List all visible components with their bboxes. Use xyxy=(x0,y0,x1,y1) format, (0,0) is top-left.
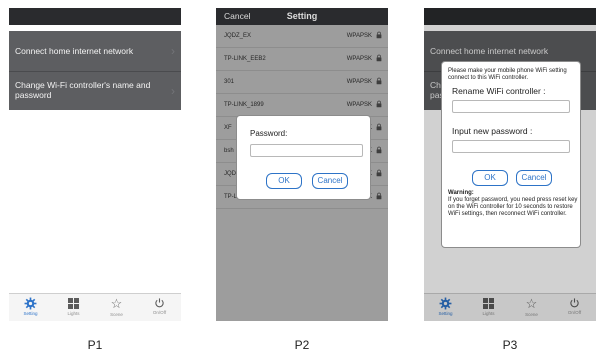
tab-label: On/Off xyxy=(152,310,167,315)
power-icon xyxy=(155,298,164,308)
password-label: Input new password : xyxy=(452,126,533,136)
tab-onoff[interactable]: On/Off xyxy=(138,294,181,321)
chevron-right-icon: › xyxy=(171,44,175,58)
caption-p2: P2 xyxy=(294,338,310,352)
tab-label: Lights xyxy=(67,311,80,316)
phone-screen-p3: Connect home internet network Chan pass … xyxy=(424,8,596,321)
status-bar xyxy=(9,8,181,25)
caption-p1: P1 xyxy=(87,338,103,352)
warning-title: Warning: xyxy=(448,190,474,196)
rename-input[interactable] xyxy=(452,100,570,113)
tab-lights[interactable]: Lights xyxy=(52,294,95,321)
change-name-password-menu-item[interactable]: Change Wi-Fi controller's name and passw… xyxy=(9,72,181,110)
caption-p3: P3 xyxy=(502,338,518,352)
tab-bar: Setting Lights ☆ Scene On/Off xyxy=(9,293,181,321)
grid-icon xyxy=(68,298,79,309)
new-password-input[interactable] xyxy=(452,140,570,153)
menu-item-label: Connect home internet network xyxy=(15,46,134,56)
tab-scene[interactable]: ☆ Scene xyxy=(95,294,138,321)
tab-label: Setting xyxy=(23,311,38,316)
cancel-button[interactable]: Cancel xyxy=(516,170,552,186)
tab-setting[interactable]: Setting xyxy=(9,294,52,321)
dialog-intro-text: Please make your mobile phone WiFi setti… xyxy=(448,68,567,81)
connect-network-menu-item[interactable]: Connect home internet network › xyxy=(9,31,181,71)
nav-bar: Cancel Setting xyxy=(216,8,388,25)
password-input[interactable] xyxy=(250,144,363,157)
chevron-right-icon: › xyxy=(171,84,175,98)
password-dialog: Password: OK Cancel xyxy=(236,115,371,200)
rename-label: Rename WiFi controller : xyxy=(452,86,546,96)
rename-wifi-dialog: Please make your mobile phone WiFi setti… xyxy=(441,61,581,248)
page-title: Setting xyxy=(286,11,318,21)
phone-screen-p2: Cancel Setting JQDZ_EX WPAPSK TP-LINK_EEB2… xyxy=(216,8,388,321)
network-list: JQDZ_EX WPAPSK TP-LINK_EEB2 WPAPSK 301 WPAPSK… xyxy=(216,25,388,321)
menu-item-label: Change Wi-Fi controller's name and passw… xyxy=(15,80,151,100)
ok-button[interactable]: OK xyxy=(266,173,302,189)
password-label: Password: xyxy=(250,129,288,138)
star-icon: ☆ xyxy=(110,296,123,311)
cancel-button[interactable]: Cancel xyxy=(312,173,348,189)
tab-label: Scene xyxy=(110,312,123,317)
warning-text: If you forget password, you need press r… xyxy=(448,197,578,217)
gear-icon xyxy=(24,297,37,310)
ok-button[interactable]: OK xyxy=(472,170,508,186)
phone-screen-p1: Connect home internet network › Change W… xyxy=(9,8,181,321)
